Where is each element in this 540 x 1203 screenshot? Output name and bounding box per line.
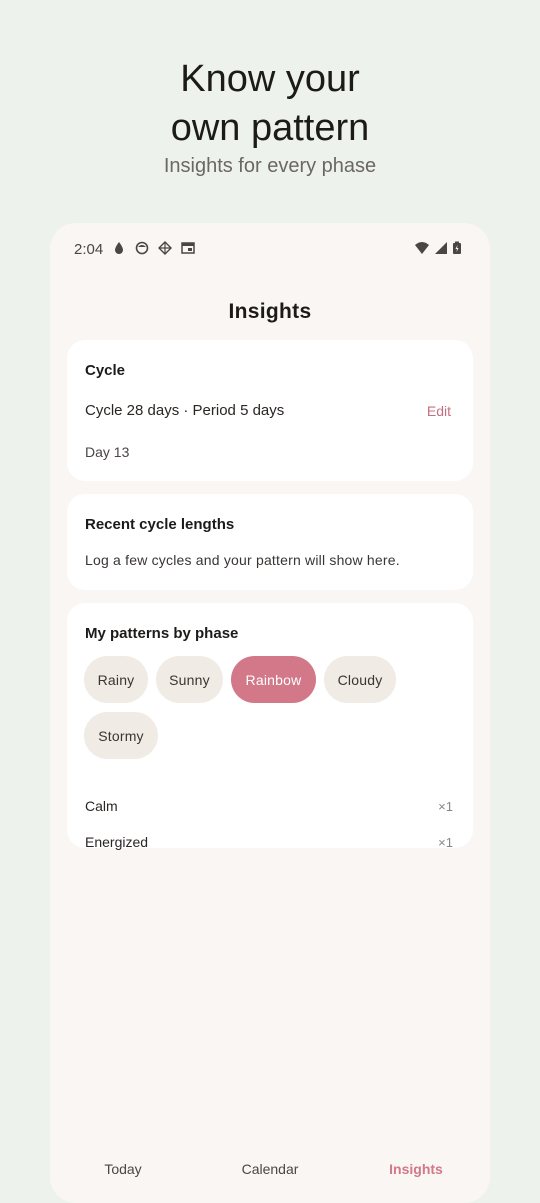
cycle-card: Cycle Cycle 28 days · Period 5 days Edit… — [67, 340, 473, 481]
bottom-nav: Today Calendar Insights — [50, 1157, 490, 1203]
promo-subtitle: Insights for every phase — [163, 155, 377, 177]
edit-cycle-button[interactable]: Edit — [427, 403, 451, 419]
crosshair-icon — [158, 241, 172, 255]
cycle-summary: Cycle 28 days · Period 5 days — [85, 402, 285, 419]
chip-cloudy[interactable]: Cloudy — [324, 656, 396, 703]
recent-cycles-card: Recent cycle lengths Log a few cycles an… — [67, 494, 473, 590]
chip-stormy[interactable]: Stormy — [84, 712, 158, 759]
nav-insights[interactable]: Insights — [356, 1161, 476, 1177]
status-time: 2:04 — [74, 241, 104, 258]
chip-sunny[interactable]: Sunny — [156, 656, 223, 703]
face-icon — [135, 241, 149, 255]
cycle-day: Day 13 — [85, 444, 130, 460]
phone-screen: 2:04 Insights Cycle Cycle 28 days · Peri… — [50, 223, 490, 1203]
promo-title: Know your own pattern — [170, 58, 370, 149]
patterns-title: My patterns by phase — [85, 625, 239, 642]
calendar-widget-icon — [181, 242, 195, 254]
wifi-icon — [415, 242, 429, 254]
recent-cycles-message: Log a few cycles and your pattern will s… — [85, 552, 400, 568]
drop-icon — [115, 242, 123, 254]
nav-calendar[interactable]: Calendar — [210, 1161, 330, 1177]
status-bar: 2:04 — [50, 223, 490, 275]
pattern-row-label: Energized — [85, 834, 149, 850]
patterns-card: My patterns by phase Rainy Sunny Rainbow… — [67, 603, 473, 850]
nav-today[interactable]: Today — [63, 1161, 183, 1177]
screen-title: Insights — [228, 300, 312, 323]
pattern-row-label: Calm — [85, 798, 118, 814]
notification-icons — [112, 241, 195, 255]
chip-rainy[interactable]: Rainy — [84, 656, 148, 703]
cycle-card-title: Cycle — [85, 362, 126, 379]
chip-rainbow[interactable]: Rainbow — [231, 656, 316, 703]
signal-icon — [435, 242, 447, 254]
pattern-row-count: ×1 — [438, 799, 453, 814]
pattern-row-count: ×1 — [438, 835, 453, 850]
recent-cycles-title: Recent cycle lengths — [85, 516, 235, 533]
system-icons — [414, 241, 462, 255]
battery-icon — [453, 241, 461, 254]
